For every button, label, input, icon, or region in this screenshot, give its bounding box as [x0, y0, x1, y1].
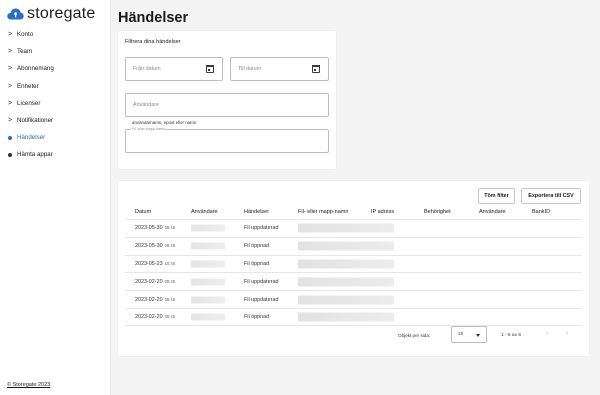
cell-event: Fil uppdaterad	[244, 278, 279, 285]
cell-date: 2023-05-23 10:46	[135, 260, 176, 267]
column-header-ip[interactable]: IP adress	[371, 209, 394, 217]
column-header-user-2[interactable]: Användare	[479, 209, 506, 217]
table-row[interactable]: 2023-02-20 08:48 Fil uppdaterad	[125, 290, 582, 308]
cell-date: 2023-02-20 08:48	[135, 278, 176, 285]
cell-event: Fil öppnad	[244, 260, 270, 267]
cell-date: 2023-05-30 08:48	[135, 243, 176, 250]
chevron-right-icon: >	[8, 117, 13, 125]
events-table-card: Töm filter Exportera till CSV Datum Anvä…	[118, 181, 589, 356]
table-row[interactable]: 2023-05-23 10:46 Fil öppnad	[125, 254, 582, 273]
table-row[interactable]: 2023-05-30 08:48 Fil uppdaterad	[125, 219, 582, 237]
cell-date: 2023-02-20 08:48	[135, 296, 176, 303]
chevron-right-icon: >	[8, 48, 13, 56]
dot-icon	[8, 135, 17, 140]
user-helper-text: användarnamn, epost eller namn	[132, 120, 197, 125]
date-from-placeholder: Från datum	[133, 66, 161, 72]
table-row[interactable]: 2023-05-30 08:48 Fil öppnad	[125, 236, 582, 255]
date-to-input[interactable]: Till datum	[230, 57, 329, 81]
date-to-placeholder: Till datum	[238, 66, 262, 72]
filter-heading: Filtrera dina händelser	[125, 39, 181, 45]
redacted-file-name	[298, 295, 394, 305]
sidebar-item-label: Notifikationer	[17, 117, 54, 125]
export-csv-button[interactable]: Exportera till CSV	[521, 188, 581, 204]
date-from-input[interactable]: Från datum	[125, 57, 223, 81]
redacted-file-name	[298, 241, 394, 251]
sidebar-item-label: Licenser	[17, 99, 41, 107]
page-title: Händelser	[118, 10, 189, 26]
table-row[interactable]: 2023-02-20 08:46 Fil öppnad	[125, 308, 582, 326]
column-header-file-name[interactable]: Fil- eller mapp-namn	[298, 209, 348, 217]
column-header-user[interactable]: Användare	[191, 209, 218, 217]
footer-copyright-link[interactable]: © Storegate 2023	[7, 382, 50, 388]
filter-card: Filtrera dina händelser Från datum Till …	[118, 31, 336, 169]
redacted-user	[191, 260, 225, 268]
brand-logo[interactable]: storegate	[7, 5, 96, 23]
column-header-permission[interactable]: Behörighet	[424, 209, 451, 217]
cell-event: Fil öppnad	[244, 313, 270, 320]
redacted-user	[191, 242, 225, 250]
caret-down-icon	[476, 334, 480, 337]
brand-name: storegate	[27, 5, 96, 22]
sidebar-item-label: Händelser	[17, 134, 46, 142]
sidebar-item-label: Enheter	[17, 82, 39, 90]
sidebar-item-handelser[interactable]: Händelser	[8, 129, 54, 146]
redacted-file-name	[298, 223, 394, 233]
chevron-right-icon: >	[8, 99, 13, 107]
redacted-user	[191, 313, 225, 321]
sidebar-item-label: Konto	[17, 31, 34, 39]
redacted-user	[191, 224, 225, 232]
cell-event: Fil öppnad	[244, 243, 270, 250]
chevron-right-icon[interactable]: ›	[566, 330, 568, 337]
sidebar-item-notifikationer[interactable]: > Notifikationer	[8, 112, 54, 129]
cell-event: Fil uppdaterad	[244, 296, 279, 303]
pagination-range: 1 - 6 av 6	[501, 333, 521, 338]
redacted-file-name	[298, 277, 394, 287]
user-placeholder: Användare	[133, 102, 160, 108]
calendar-icon[interactable]	[205, 64, 215, 73]
redacted-file-name	[298, 312, 394, 322]
chevron-right-icon: >	[8, 82, 13, 90]
file-folder-name-label: Fil- eller mapp-namn	[131, 127, 166, 132]
rows-per-page-value: 25	[458, 332, 464, 337]
sidebar-item-team[interactable]: > Team	[8, 43, 54, 60]
cloud-keyhole-icon	[7, 8, 24, 20]
redacted-file-name	[298, 259, 394, 269]
clear-filter-button[interactable]: Töm filter	[478, 188, 515, 204]
column-header-date[interactable]: Datum	[135, 209, 151, 217]
user-input[interactable]: Användare	[125, 93, 329, 117]
calendar-icon[interactable]	[311, 64, 321, 73]
cell-event: Fil uppdaterad	[244, 225, 279, 232]
redacted-user	[191, 278, 225, 286]
sidebar-item-licenser[interactable]: > Licenser	[8, 95, 54, 112]
table-row[interactable]: 2023-02-20 08:48 Fil uppdaterad	[125, 272, 582, 290]
sidebar-nav: > Konto > Team > Abonnemang > Enheter > …	[8, 26, 54, 164]
sidebar-item-hamta-appar[interactable]: Hämta appar	[8, 146, 54, 163]
dot-icon	[8, 152, 17, 157]
sidebar-item-konto[interactable]: > Konto	[8, 26, 54, 43]
chevron-right-icon: >	[8, 65, 13, 73]
sidebar: storegate > Konto > Team > Abonnemang > …	[0, 0, 111, 395]
cell-date: 2023-05-30 08:48	[135, 225, 176, 232]
file-folder-name-input[interactable]: Fil- eller mapp-namn	[125, 127, 329, 153]
sidebar-item-abonnemang[interactable]: > Abonnemang	[8, 60, 54, 77]
sidebar-item-label: Hämta appar	[17, 151, 53, 159]
column-header-bankid[interactable]: BankID	[532, 209, 550, 217]
sidebar-item-label: Abonnemang	[17, 65, 54, 73]
chevron-left-icon[interactable]: ‹	[546, 330, 548, 337]
rows-per-page-select[interactable]: 25	[451, 326, 487, 343]
sidebar-item-enheter[interactable]: > Enheter	[8, 78, 54, 95]
column-header-events[interactable]: Händelser	[244, 209, 269, 217]
redacted-user	[191, 296, 225, 304]
chevron-right-icon: >	[8, 31, 13, 39]
rows-per-page-label: Objekt per sida:	[398, 333, 431, 338]
sidebar-item-label: Team	[17, 48, 33, 56]
cell-date: 2023-02-20 08:46	[135, 313, 176, 320]
